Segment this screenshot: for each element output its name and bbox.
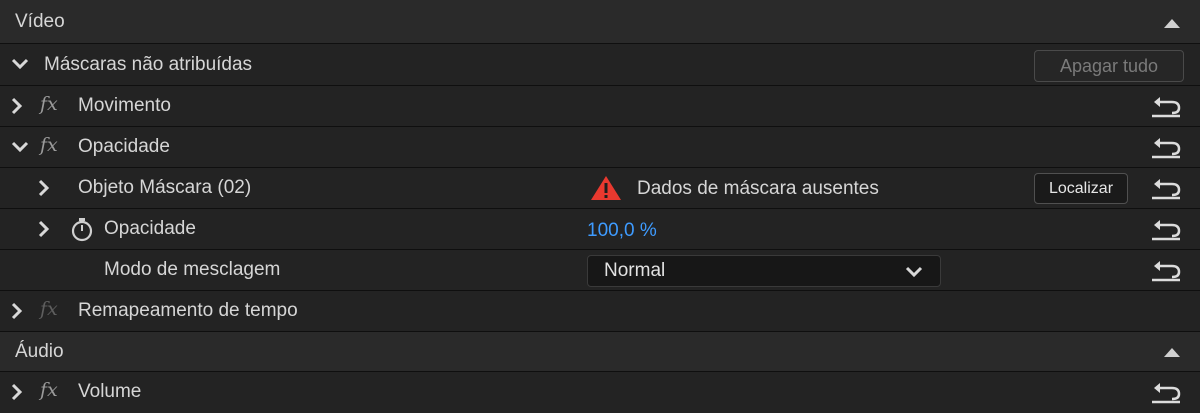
unassigned-masks-label: Máscaras não atribuídas <box>44 54 253 75</box>
fx-badge-icon[interactable]: fx <box>40 134 58 156</box>
warning-icon <box>589 174 623 202</box>
chevron-down-icon[interactable] <box>11 141 29 153</box>
fx-badge-icon[interactable]: fx <box>40 93 58 115</box>
reset-icon[interactable] <box>1150 258 1182 282</box>
volume-effect-row[interactable]: fx Volume <box>0 372 1200 413</box>
reset-icon[interactable] <box>1150 135 1182 159</box>
reset-icon[interactable] <box>1150 176 1182 200</box>
stopwatch-icon[interactable] <box>70 217 94 243</box>
motion-effect-row[interactable]: fx Movimento <box>0 86 1200 127</box>
time-remap-label: Remapeamento de tempo <box>78 300 298 321</box>
opacity-label: Opacidade <box>78 136 170 157</box>
chevron-right-icon[interactable] <box>38 220 50 238</box>
locate-button[interactable]: Localizar <box>1034 173 1128 204</box>
effect-controls-panel: Vídeo Máscaras não atribuídas Apagar tud… <box>0 0 1200 413</box>
fx-badge-icon: fx <box>40 298 58 320</box>
missing-mask-warning-text: Dados de máscara ausentes <box>637 178 879 199</box>
clear-all-button[interactable]: Apagar tudo <box>1034 50 1184 82</box>
collapse-triangle-icon[interactable] <box>1163 18 1181 29</box>
reset-icon[interactable] <box>1150 94 1182 118</box>
mask-object-row[interactable]: Objeto Máscara (02) Dados de máscara aus… <box>0 168 1200 209</box>
time-remap-effect-row[interactable]: fx Remapeamento de tempo <box>0 291 1200 332</box>
volume-label: Volume <box>78 381 142 402</box>
chevron-down-icon[interactable] <box>11 58 29 70</box>
motion-label: Movimento <box>78 95 171 116</box>
collapse-triangle-icon[interactable] <box>1163 347 1181 358</box>
fx-badge-icon[interactable]: fx <box>40 379 58 401</box>
chevron-right-icon[interactable] <box>11 302 23 320</box>
opacity-value[interactable]: 100,0 % <box>587 220 657 242</box>
blend-mode-selected: Normal <box>604 260 666 281</box>
chevron-right-icon[interactable] <box>38 179 50 197</box>
video-section-header[interactable]: Vídeo <box>0 0 1200 44</box>
unassigned-masks-row: Máscaras não atribuídas Apagar tudo <box>0 44 1200 86</box>
opacity-param-label: Opacidade <box>104 218 196 239</box>
audio-header-label: Áudio <box>15 341 64 362</box>
blend-mode-label: Modo de mesclagem <box>104 259 281 280</box>
reset-icon[interactable] <box>1150 217 1182 241</box>
opacity-parameter-row[interactable]: Opacidade 100,0 % <box>0 209 1200 250</box>
blend-mode-dropdown[interactable]: Normal <box>587 255 941 287</box>
blend-mode-row: Modo de mesclagem Normal <box>0 250 1200 291</box>
chevron-right-icon[interactable] <box>11 97 23 115</box>
mask-object-label: Objeto Máscara (02) <box>78 177 252 198</box>
chevron-right-icon[interactable] <box>11 383 23 401</box>
video-header-label: Vídeo <box>15 11 65 32</box>
opacity-effect-row[interactable]: fx Opacidade <box>0 127 1200 168</box>
audio-section-header[interactable]: Áudio <box>0 332 1200 372</box>
chevron-down-icon <box>905 266 923 278</box>
reset-icon[interactable] <box>1150 380 1182 404</box>
